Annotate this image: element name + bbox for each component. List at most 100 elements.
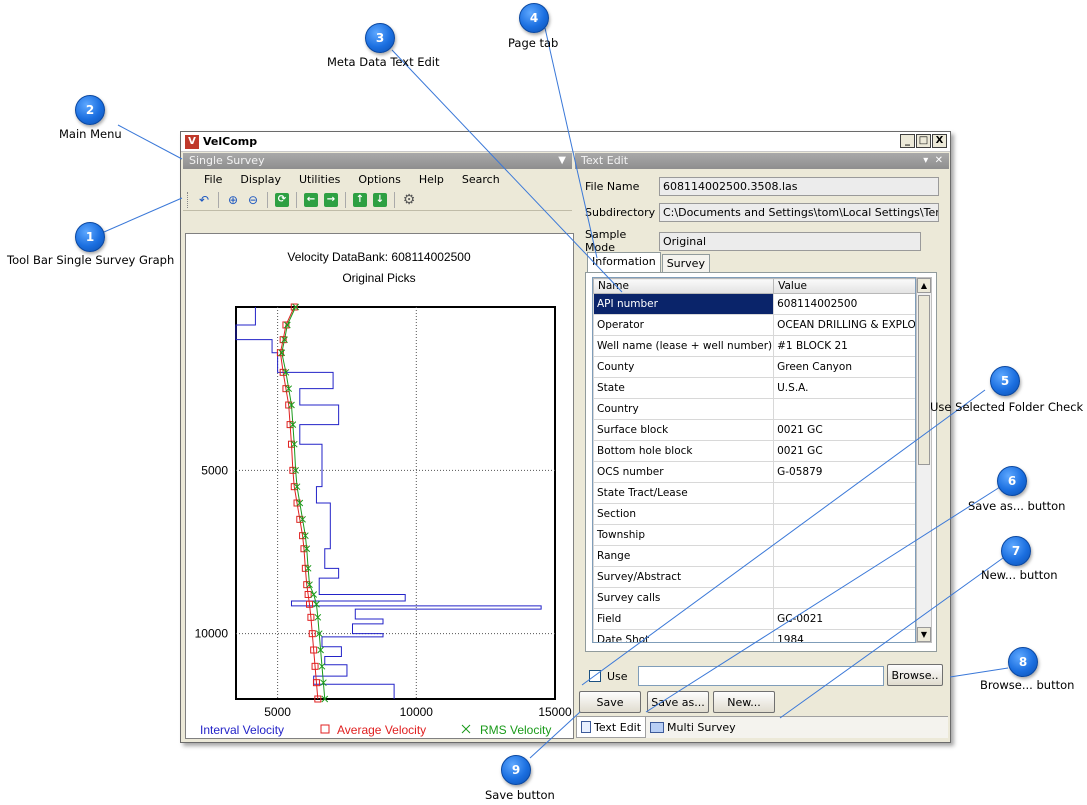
- table-row[interactable]: State U.S.A.: [593, 377, 915, 399]
- property-name-cell[interactable]: OCS number: [593, 461, 775, 483]
- refresh-icon[interactable]: ⟳: [273, 191, 291, 209]
- menu-options[interactable]: Options: [349, 173, 409, 186]
- property-value-cell[interactable]: 608114002500: [773, 293, 915, 315]
- property-value-cell[interactable]: OCEAN DRILLING & EXPLORATION: [773, 314, 915, 336]
- arrow-up-icon[interactable]: ↑: [351, 191, 369, 209]
- property-name-cell[interactable]: Survey calls: [593, 587, 775, 609]
- subdirectory-field[interactable]: C:\Documents and Settings\tom\Local Sett…: [659, 203, 939, 222]
- vertical-scrollbar[interactable]: ▲ ▼: [916, 277, 932, 643]
- property-name-cell[interactable]: Survey/Abstract: [593, 566, 775, 588]
- property-name-cell[interactable]: State Tract/Lease: [593, 482, 775, 504]
- menu-search[interactable]: Search: [453, 173, 509, 186]
- toolbar-grip[interactable]: [187, 191, 190, 208]
- table-row[interactable]: County Green Canyon: [593, 356, 915, 378]
- property-name-cell[interactable]: County: [593, 356, 775, 378]
- property-value-cell[interactable]: [773, 545, 915, 567]
- property-value-cell[interactable]: [773, 524, 915, 546]
- property-name-cell[interactable]: Section: [593, 503, 775, 525]
- property-value-cell[interactable]: 0021 GC: [773, 440, 915, 462]
- arrow-right-icon[interactable]: →: [322, 191, 340, 209]
- browse-button[interactable]: Browse..: [887, 664, 943, 686]
- menu-utilities[interactable]: Utilities: [290, 173, 349, 186]
- panel-menu-icon[interactable]: ▼: [558, 153, 566, 169]
- table-row[interactable]: OperatorOCEAN DRILLING & EXPLORATION: [593, 314, 915, 336]
- table-row[interactable]: Survey/Abstract: [593, 566, 915, 588]
- tab-information[interactable]: Information: [587, 252, 661, 273]
- property-value-cell[interactable]: [773, 566, 915, 588]
- property-name-cell[interactable]: Date Shot: [593, 629, 775, 642]
- property-name-cell[interactable]: Township: [593, 524, 775, 546]
- sample-mode-field[interactable]: Original: [659, 231, 921, 251]
- scroll-down-icon[interactable]: ▼: [917, 627, 931, 642]
- panel-close-icon[interactable]: ▾ ✕: [923, 153, 943, 169]
- property-name-cell[interactable]: State: [593, 377, 775, 399]
- table-row[interactable]: OCS number G-05879: [593, 461, 915, 483]
- table-row[interactable]: API number 608114002500: [593, 293, 915, 315]
- folder-input[interactable]: [637, 666, 884, 686]
- tab-text-edit[interactable]: Text Edit: [576, 717, 647, 738]
- property-value-cell[interactable]: 0021 GC: [773, 419, 915, 441]
- table-row[interactable]: Country: [593, 398, 915, 420]
- velocity-chart[interactable]: Velocity DataBank: 608114002500 Original …: [186, 234, 573, 738]
- property-name-cell[interactable]: Well name (lease + well number): [593, 335, 775, 357]
- callout-6-label: Save as... button: [968, 499, 1066, 513]
- column-header-name[interactable]: Name: [593, 278, 775, 294]
- callout-5-label: Use Selected Folder Check: [930, 400, 1084, 414]
- save-as-button[interactable]: Save as...: [647, 691, 709, 713]
- property-value-cell[interactable]: [773, 482, 915, 504]
- table-row[interactable]: Section: [593, 503, 915, 525]
- property-value-cell[interactable]: [773, 587, 915, 609]
- table-row[interactable]: Township: [593, 524, 915, 546]
- property-name-cell[interactable]: Field: [593, 608, 775, 630]
- property-value-cell[interactable]: [773, 398, 915, 420]
- file-name-field[interactable]: 608114002500.3508.las: [659, 177, 939, 196]
- table-row[interactable]: Bottom hole block 0021 GC: [593, 440, 915, 462]
- menu-file[interactable]: File: [195, 173, 231, 186]
- property-name-cell[interactable]: Bottom hole block: [593, 440, 775, 462]
- menu-help[interactable]: Help: [410, 173, 453, 186]
- survey-graph[interactable]: Velocity DataBank: 608114002500 Original …: [185, 233, 574, 739]
- property-name-cell[interactable]: Surface block: [593, 419, 775, 441]
- property-name-cell[interactable]: Range: [593, 545, 775, 567]
- table-row[interactable]: Range: [593, 545, 915, 567]
- close-button[interactable]: X: [932, 134, 947, 148]
- table-row[interactable]: Field GC-0021: [593, 608, 915, 630]
- menu-display[interactable]: Display: [231, 173, 290, 186]
- save-button[interactable]: Save: [579, 691, 641, 713]
- zoom-in-icon[interactable]: ⊕: [224, 191, 242, 209]
- table-row[interactable]: State Tract/Lease: [593, 482, 915, 504]
- maximize-button[interactable]: □: [916, 134, 931, 148]
- property-value-cell[interactable]: U.S.A.: [773, 377, 915, 399]
- property-value-cell[interactable]: GC-0021: [773, 608, 915, 630]
- arrow-left-icon[interactable]: ←: [302, 191, 320, 209]
- toolbar-separator: [267, 191, 268, 208]
- plot-frame: [235, 306, 556, 700]
- property-value-cell[interactable]: #1 BLOCK 21: [773, 335, 915, 357]
- property-value-cell[interactable]: G-05879: [773, 461, 915, 483]
- property-value-cell[interactable]: 1984: [773, 629, 915, 642]
- table-row[interactable]: Well name (lease + well number) #1 BLOCK …: [593, 335, 915, 357]
- table-row[interactable]: Surface block 0021 GC: [593, 419, 915, 441]
- property-name-cell[interactable]: API number: [593, 293, 775, 315]
- property-name-cell[interactable]: Country: [593, 398, 775, 420]
- undo-icon[interactable]: ↶: [195, 191, 213, 209]
- table-row[interactable]: Date Shot 1984: [593, 629, 915, 642]
- property-value-cell[interactable]: [773, 503, 915, 525]
- callout-3: 3: [365, 23, 395, 53]
- settings-icon[interactable]: ⚙: [400, 191, 418, 209]
- property-value-cell[interactable]: Green Canyon: [773, 356, 915, 378]
- single-survey-title: Single Survey: [189, 154, 265, 167]
- column-header-value[interactable]: Value: [773, 278, 915, 294]
- tab-survey[interactable]: Survey: [661, 254, 710, 273]
- property-name-cell[interactable]: Operator: [593, 314, 775, 336]
- legend-interval-velocity: Interval Velocity: [200, 723, 284, 737]
- zoom-out-icon[interactable]: ⊖: [244, 191, 262, 209]
- arrow-down-icon[interactable]: ↓: [371, 191, 389, 209]
- table-row[interactable]: Survey calls: [593, 587, 915, 609]
- new-button[interactable]: New...: [713, 691, 775, 713]
- tab-multi-survey[interactable]: Multi Survey: [646, 717, 740, 738]
- scrollbar-thumb[interactable]: [918, 295, 930, 465]
- scroll-up-icon[interactable]: ▲: [917, 278, 931, 293]
- use-folder-checkbox[interactable]: [589, 670, 601, 682]
- minimize-button[interactable]: _: [900, 134, 915, 148]
